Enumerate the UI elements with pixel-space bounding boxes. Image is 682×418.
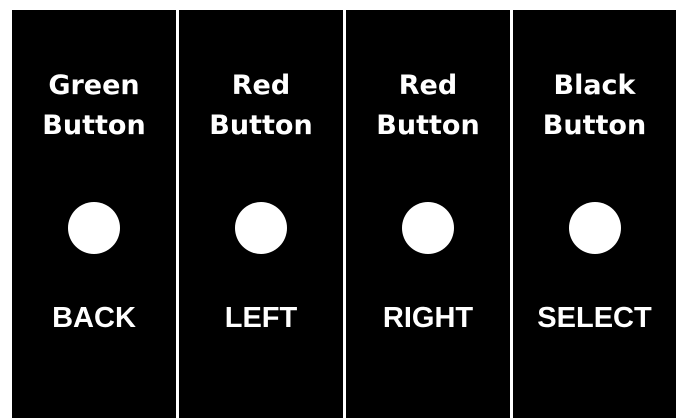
button-column-select: Black Button SELECT [513, 10, 676, 418]
button-column-back: Green Button BACK [12, 10, 176, 418]
button-hole-icon [235, 202, 287, 254]
button-action-label: LEFT [224, 302, 298, 334]
button-action-label: SELECT [537, 302, 652, 334]
button-label-panel: Green Button BACK Red Button LEFT Red Bu… [12, 10, 676, 418]
button-title: Green Button [42, 70, 146, 141]
button-hole-icon [568, 202, 621, 254]
button-column-left: Red Button LEFT [179, 10, 343, 418]
button-column-right: Red Button RIGHT [346, 10, 510, 418]
button-title: Red Button [376, 70, 480, 141]
button-title: Black Button [542, 70, 647, 141]
button-action-label: BACK [52, 302, 136, 334]
button-hole-icon [68, 202, 120, 254]
button-hole-icon [402, 202, 454, 254]
button-action-label: RIGHT [382, 302, 474, 334]
button-title: Red Button [209, 70, 313, 141]
